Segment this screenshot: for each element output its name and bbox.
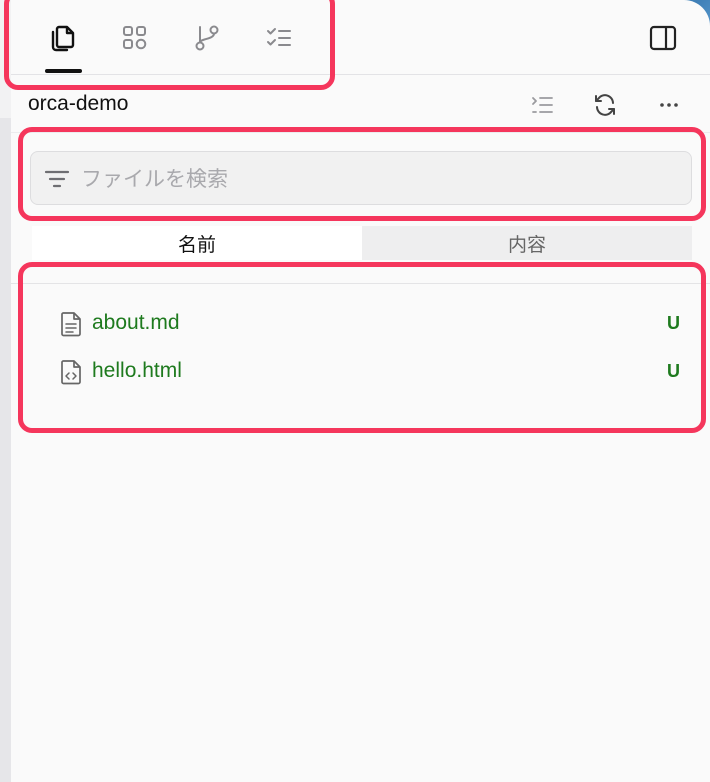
refresh-button[interactable] (590, 90, 620, 120)
segment-name[interactable]: 名前 (32, 226, 362, 260)
sidebar-tabbar (11, 0, 710, 75)
project-title: orca-demo (28, 92, 129, 115)
extensions-icon (123, 26, 147, 50)
tab-checklist[interactable] (257, 16, 301, 60)
left-edge (0, 0, 11, 118)
tab-source-control[interactable] (185, 16, 229, 60)
markdown-file-icon (61, 312, 81, 337)
file-search-box[interactable] (30, 151, 692, 206)
git-status-badge: U (667, 361, 680, 381)
divider (11, 283, 710, 284)
active-tab-indicator (45, 69, 82, 73)
left-scroll-track[interactable] (0, 118, 11, 782)
filter-icon (44, 170, 70, 188)
toggle-panel-button[interactable] (645, 20, 681, 56)
git-status-badge: U (667, 313, 680, 333)
files-icon (51, 25, 75, 52)
file-name: about.md (92, 311, 180, 334)
page: orca-demo ファイルを検索 名前 内容 about.md U hello… (0, 0, 710, 782)
file-item-about[interactable]: about.md U (60, 305, 680, 345)
more-actions-button[interactable] (654, 90, 684, 120)
sidebar-panel-icon (649, 25, 677, 51)
html-file-icon (61, 360, 81, 385)
tab-files[interactable] (41, 16, 85, 60)
segment-content[interactable]: 内容 (362, 226, 692, 260)
source-control-icon (195, 25, 219, 51)
tab-extensions[interactable] (113, 16, 157, 60)
search-mode-segment: 名前 内容 (32, 226, 692, 260)
explorer-header: orca-demo (11, 76, 710, 133)
checklist-icon (267, 28, 291, 46)
list-icon (532, 97, 553, 113)
more-icon (660, 103, 678, 107)
collapse-all-button[interactable] (528, 90, 558, 120)
file-name: hello.html (92, 359, 182, 382)
explorer-panel: orca-demo ファイルを検索 名前 内容 about.md U hello… (0, 0, 710, 782)
refresh-icon (595, 94, 615, 116)
file-search-input[interactable] (79, 152, 683, 206)
annotation-filelist-highlight (18, 262, 706, 433)
file-item-hello[interactable]: hello.html U (60, 353, 680, 393)
